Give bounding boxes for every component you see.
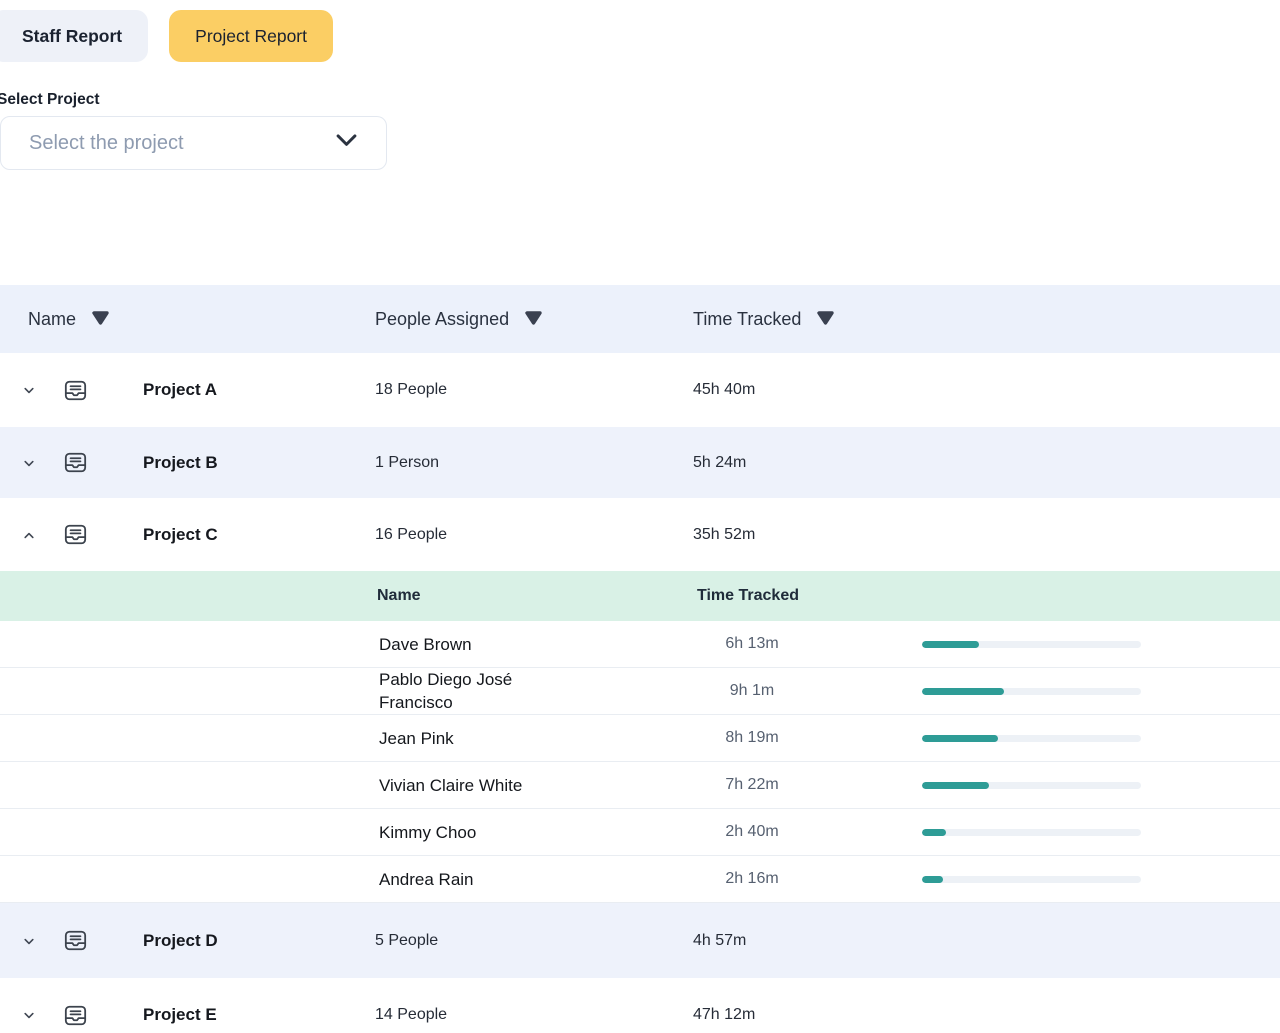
chevron-up-icon[interactable] [22,528,38,542]
person-time-tracked: 7h 22m [697,776,807,794]
project-report-page: Staff Report Project Report Select Proje… [0,0,1280,1033]
column-header-label: Name [28,309,76,330]
project-row[interactable]: Project B 1 Person5h 24m [0,427,1280,498]
time-progress-bar [922,782,1141,789]
detail-row[interactable]: Pablo Diego José Francisco 9h 1m [0,668,1280,715]
project-select[interactable]: Select the project [0,116,387,170]
chevron-down-icon[interactable] [22,383,38,397]
sort-triangle-icon[interactable] [523,308,544,331]
inbox-icon [62,927,89,954]
chevron-down-icon[interactable] [22,1008,38,1022]
sort-triangle-icon[interactable] [815,308,836,331]
project-name: Project E [143,1005,321,1025]
time-progress-bar [922,688,1141,695]
column-header-people[interactable]: People Assigned [375,308,693,331]
detail-row[interactable]: Andrea Rain 2h 16m [0,856,1280,903]
project-time-tracked: 5h 24m [693,454,1280,472]
person-time-tracked: 9h 1m [697,682,807,700]
person-time-tracked: 2h 16m [697,870,807,888]
project-time-tracked: 35h 52m [693,526,1280,544]
projects-table: Name People Assigned Time Tracked Projec… [0,285,1280,1033]
project-time-tracked: 47h 12m [693,1006,1280,1024]
column-header-time[interactable]: Time Tracked [693,308,1280,331]
chevron-down-icon [331,125,362,161]
report-tabs: Staff Report Project Report [0,0,1280,62]
person-name: Pablo Diego José Francisco [379,668,579,714]
tab-staff-report[interactable]: Staff Report [0,10,148,62]
project-people-assigned: 1 Person [375,454,693,472]
project-row[interactable]: Project A 18 People45h 40m [0,353,1280,427]
progress-fill [922,829,946,836]
person-name: Kimmy Choo [379,821,579,844]
tab-project-report[interactable]: Project Report [169,10,333,62]
inbox-icon [62,449,89,476]
inbox-icon [62,377,89,404]
detail-row[interactable]: Dave Brown 6h 13m [0,621,1280,668]
progress-fill [922,735,998,742]
detail-row[interactable]: Jean Pink 8h 19m [0,715,1280,762]
progress-track [922,688,1141,695]
person-time-tracked: 8h 19m [697,729,807,747]
column-header-name[interactable]: Name [28,308,375,331]
project-row[interactable]: Project C 16 People35h 52m [0,498,1280,571]
project-name: Project D [143,931,321,951]
detail-column-header-name: Name [377,587,697,605]
time-progress-bar [922,641,1141,648]
progress-fill [922,688,1004,695]
column-header-label: People Assigned [375,309,509,330]
table-header-row: Name People Assigned Time Tracked [0,285,1280,353]
progress-fill [922,641,979,648]
progress-track [922,876,1141,883]
time-progress-bar [922,876,1141,883]
progress-track [922,735,1141,742]
project-name: Project B [143,453,321,473]
project-name: Project C [143,525,321,545]
person-name: Vivian Claire White [379,774,579,797]
project-select-placeholder: Select the project [29,132,184,155]
person-name: Jean Pink [379,727,579,750]
project-name: Project A [143,380,321,400]
detail-column-header-time: Time Tracked [697,587,1280,605]
column-header-label: Time Tracked [693,309,801,330]
project-people-assigned: 18 People [375,381,693,399]
person-name: Andrea Rain [379,868,579,891]
person-time-tracked: 6h 13m [697,635,807,653]
project-people-assigned: 5 People [375,932,693,950]
chevron-down-icon[interactable] [22,934,38,948]
project-people-assigned: 14 People [375,1006,693,1024]
inbox-icon [62,1002,89,1029]
person-name: Dave Brown [379,633,579,656]
person-time-tracked: 2h 40m [697,823,807,841]
project-time-tracked: 45h 40m [693,381,1280,399]
progress-track [922,782,1141,789]
detail-row[interactable]: Vivian Claire White 7h 22m [0,762,1280,809]
project-row[interactable]: Project D 5 People4h 57m [0,903,1280,978]
progress-track [922,641,1141,648]
progress-fill [922,876,943,883]
table-body: Project A 18 People45h 40m Project B 1 Pers… [0,353,1280,1033]
project-time-tracked: 4h 57m [693,932,1280,950]
detail-header-row: NameTime Tracked [0,571,1280,621]
inbox-icon [62,521,89,548]
chevron-down-icon[interactable] [22,456,38,470]
time-progress-bar [922,735,1141,742]
project-row[interactable]: Project E 14 People47h 12m [0,978,1280,1033]
progress-fill [922,782,989,789]
project-people-assigned: 16 People [375,526,693,544]
detail-row[interactable]: Kimmy Choo 2h 40m [0,809,1280,856]
time-progress-bar [922,829,1141,836]
progress-track [922,829,1141,836]
select-project-label: Select Project [0,91,1280,109]
sort-triangle-icon[interactable] [90,308,111,331]
